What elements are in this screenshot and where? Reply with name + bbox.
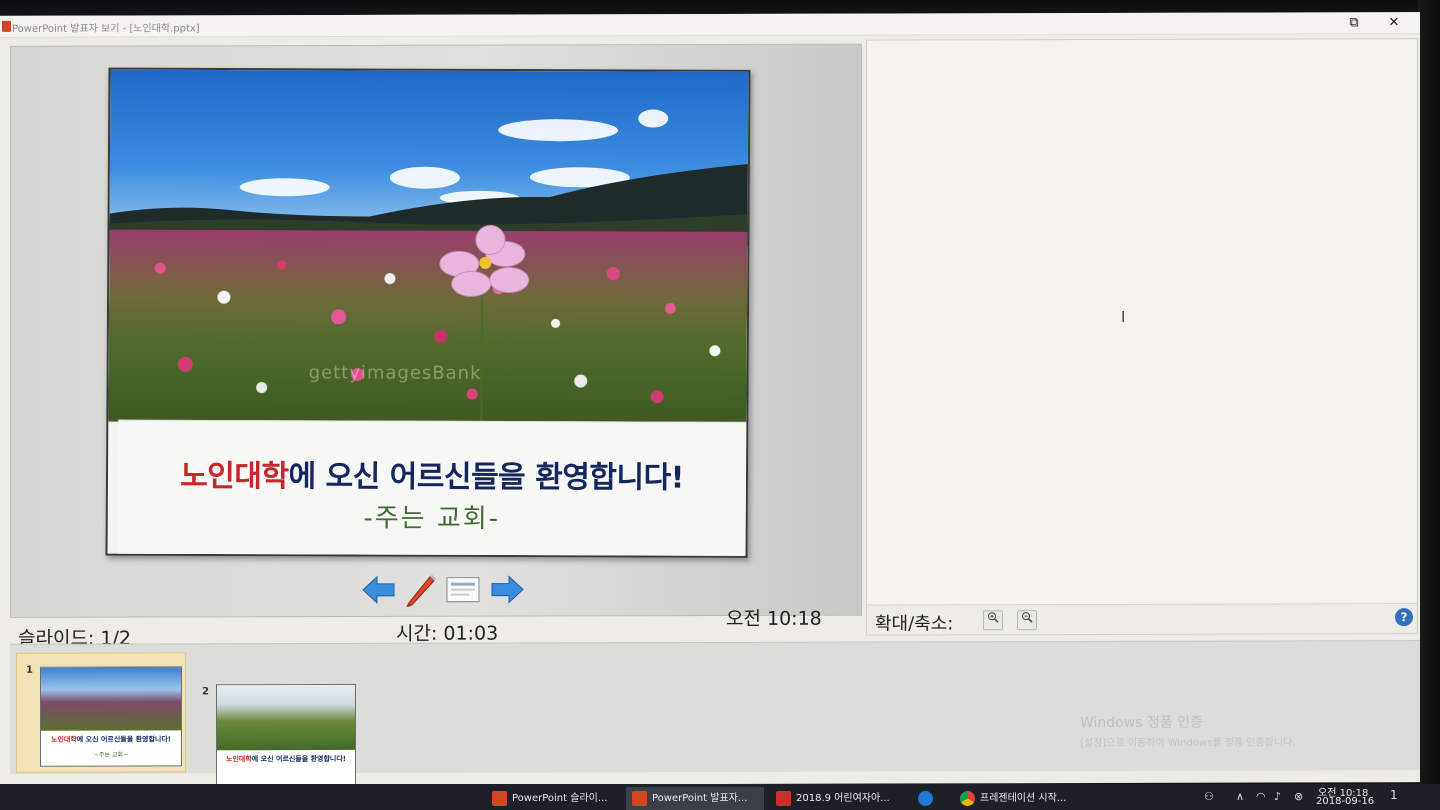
thumbnail-caption: 노인대학에 오신 어르신들을 환영합니다! [41,734,181,744]
volume-icon[interactable]: ♪ [1274,790,1281,803]
taskbar-item-chrome[interactable]: 프레젠테이션 시작... [954,787,1100,810]
speaker-notes-pane[interactable]: I [866,38,1418,606]
chevron-up-icon[interactable]: ∧ [1236,790,1244,803]
current-clock: 오전 10:18 [726,607,822,630]
taskbar-item-label: 2018.9 어린여자아... [796,793,890,804]
zoom-in-button[interactable] [983,610,1003,631]
taskbar-item-label: PowerPoint 발표자... [652,793,748,804]
taskbar-item-pdf[interactable]: 2018.9 어린여자아... [770,787,904,810]
thumbnail-photo [217,684,355,751]
close-button[interactable]: ✕ [1376,13,1412,33]
activation-watermark: Windows 정품 인증 [1080,714,1203,732]
window-title: PowerPoint 발표자 보기 - [노인대학.pptx] [12,23,200,35]
slide-thumbnail-1[interactable]: 노인대학에 오신 어르신들을 환영합니다! ~주는 교회~ [40,666,182,767]
slide-title-highlight: 노인대학 [180,458,289,495]
notification-count[interactable]: 1 [1390,788,1398,802]
watermark-text: gettyimagesBank [308,362,482,384]
slide-thumbnail-2[interactable]: 노인대학에 오신 어르신들을 환영합니다! [216,683,356,789]
thumbnail-caption-rest: 에 오신 어르신들을 환영합니다! [76,735,171,744]
zoom-in-icon [988,612,999,623]
slide-thumbnail-strip: 1 노인대학에 오신 어르신들을 환영합니다! ~주는 교회~ 2 노인대학에 … [10,640,1420,789]
taskbar-item-edge[interactable] [912,787,946,810]
slide-caption: 노인대학에 오신 어르신들을 환영합니다! -주는 교회- [117,419,747,558]
pdf-icon [776,791,791,806]
current-slide[interactable]: gettyimagesBank 노인대학에 오신 어르신들을 환영합니다! -주… [105,67,751,558]
taskbar-item-powerpoint-presenter[interactable]: PowerPoint 발표자... [626,787,764,810]
cosmos-flower [439,224,531,301]
slide-photo: gettyimagesBank [108,69,749,424]
network-icon[interactable]: ◠ [1256,790,1266,803]
slide-title-rest: 에 오신 어르신들을 환영합니다! [288,459,684,496]
arrow-right-icon[interactable] [489,572,525,606]
monitor-bezel-right [1418,0,1440,810]
people-icon[interactable]: ⚇ [1204,790,1214,803]
restore-button[interactable]: ⧉ [1336,13,1372,33]
presenter-view-window: PowerPoint 발표자 보기 - [노인대학.pptx] ⧉ ✕ gett… [0,12,1420,789]
thumbnail-number: 2 [202,686,209,698]
slide-title: 노인대학에 오신 어르신들을 환영합니다! [118,451,746,497]
zoom-out-button[interactable] [1017,610,1037,631]
text-cursor-icon: I [1121,307,1126,326]
zoom-label: 확대/축소: [875,613,954,635]
chrome-icon [960,791,975,806]
thumbnail-caption-highlight: 노인대학 [226,755,252,764]
current-slide-pane: gettyimagesBank 노인대학에 오신 어르신들을 환영합니다! -주… [10,43,862,618]
title-bar: PowerPoint 발표자 보기 - [노인대학.pptx] ⧉ ✕ [0,12,1420,38]
arrow-left-icon[interactable] [361,573,397,607]
taskbar-item-powerpoint-slideshow[interactable]: PowerPoint 슬라이... [486,787,620,810]
close-circle-icon[interactable]: ⊗ [1294,790,1303,803]
cosmos-meadow [108,229,748,424]
help-button[interactable]: ? [1395,608,1413,627]
taskbar-clock-date[interactable]: 2018-09-16 [1316,796,1374,807]
powerpoint-icon [492,791,507,806]
thumbnail-number: 1 [26,664,33,676]
thumbnail-photo [41,667,181,731]
thumbnail-subtitle: ~주는 교회~ [93,751,129,759]
activation-watermark-sub: [설정]으로 이동하여 Windows를 정품 인증합니다. [1080,737,1296,750]
powerpoint-icon [2,20,11,32]
taskbar-item-label: 프레젠테이션 시작... [980,793,1067,804]
pen-icon[interactable] [401,573,437,607]
slide-subtitle: -주는 교회- [363,503,501,534]
zoom-bar: 확대/축소: ? [866,604,1418,636]
slide-menu-icon[interactable] [445,573,481,607]
taskbar: PowerPoint 슬라이... PowerPoint 발표자... 2018… [0,784,1440,810]
thumbnail-caption-highlight: 노인대학 [51,735,77,744]
powerpoint-icon [632,791,647,806]
thumbnail-caption-rest: 에 오신 어르신들을 환영합니다! [251,755,346,764]
internet-explorer-icon [918,791,933,806]
zoom-out-icon [1022,612,1033,623]
taskbar-item-label: PowerPoint 슬라이... [512,793,608,804]
thumbnail-caption: 노인대학에 오신 어르신들을 환영합니다! [217,754,355,764]
